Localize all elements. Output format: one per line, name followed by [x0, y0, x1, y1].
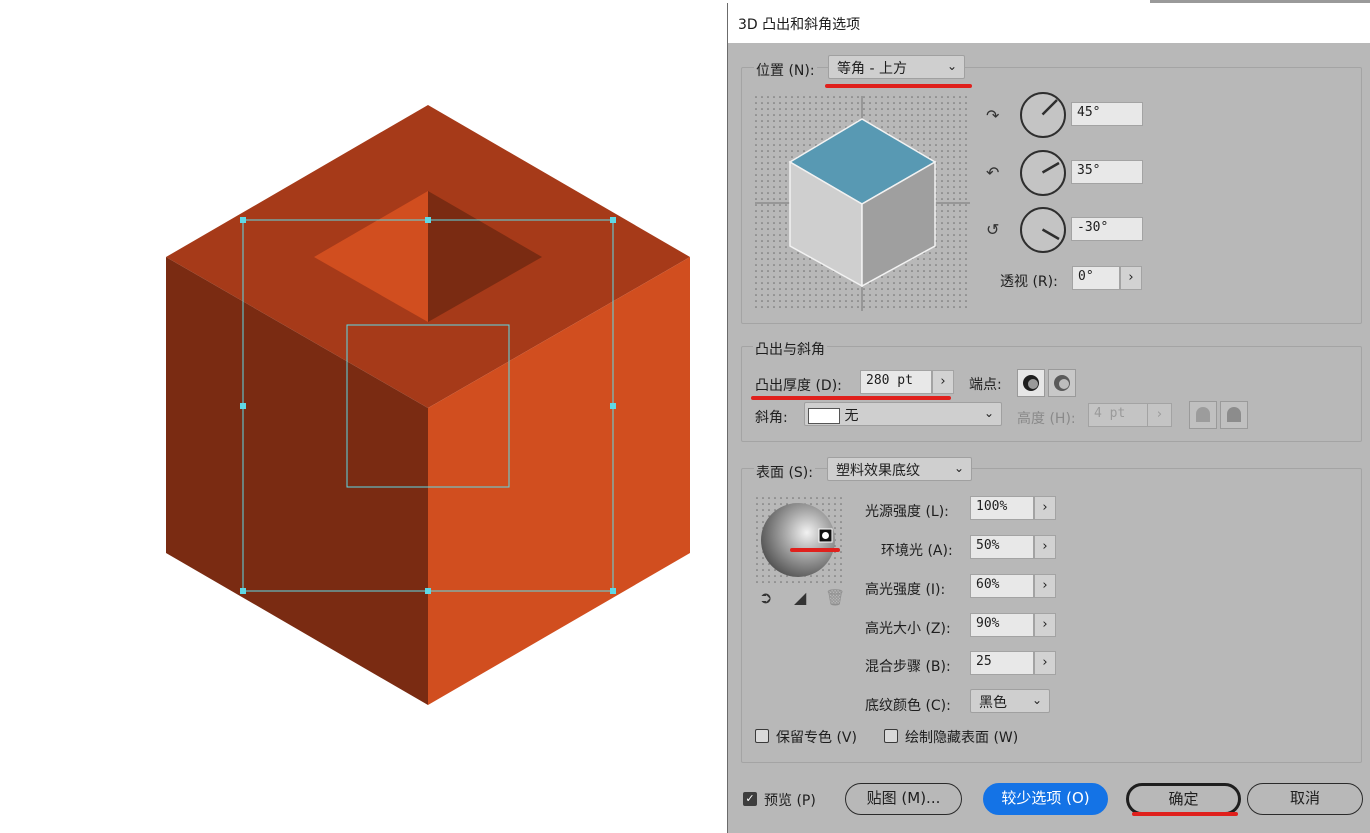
- shade-color-value: 黑色: [979, 695, 1007, 711]
- bevel-swatch: [808, 408, 840, 424]
- surface-dropdown[interactable]: 塑料效果底纹 ⌄: [827, 457, 972, 481]
- bevel-in-button[interactable]: [1220, 401, 1248, 429]
- blend-steps-stepper[interactable]: ›: [1034, 651, 1056, 675]
- surface-label: 表面 (S):: [754, 462, 815, 482]
- cap-label: 端点:: [969, 377, 1002, 393]
- rotate-x-icon: ↷: [986, 106, 1000, 125]
- annotation-underline-depth: [751, 396, 951, 400]
- perspective-label: 透视 (R):: [1000, 274, 1058, 290]
- position-dropdown[interactable]: 等角 - 上方 ⌄: [828, 55, 965, 79]
- preview-checkbox[interactable]: ✓: [743, 792, 757, 806]
- highlight-size-label: 高光大小 (Z):: [865, 621, 951, 637]
- rotate-z-input[interactable]: -30°: [1071, 217, 1143, 241]
- rotate-x-input[interactable]: 45°: [1071, 102, 1143, 126]
- extrude-depth-label: 凸出厚度 (D):: [755, 378, 842, 394]
- highlight-intensity-stepper[interactable]: ›: [1034, 574, 1056, 598]
- dialog-titlebar[interactable]: 3D 凸出和斜角选项: [728, 3, 1370, 43]
- draw-hidden-checkbox[interactable]: [884, 729, 898, 743]
- chevron-down-icon: ⌄: [953, 461, 964, 475]
- shade-color-dropdown[interactable]: 黑色 ⌄: [970, 689, 1050, 713]
- rotate-z-icon: ↺: [986, 220, 1000, 239]
- chevron-down-icon: ⌄: [946, 59, 957, 73]
- cap-off-button[interactable]: [1048, 369, 1076, 397]
- ambient-stepper[interactable]: ›: [1034, 535, 1056, 559]
- perspective-stepper[interactable]: ›: [1120, 266, 1142, 290]
- fewer-options-button[interactable]: 较少选项 (O): [983, 783, 1108, 815]
- artboard-canvas[interactable]: [0, 0, 727, 833]
- annotation-underline-sphere: [790, 548, 840, 552]
- light-intensity-input[interactable]: 100%: [970, 496, 1034, 520]
- map-art-button[interactable]: 贴图 (M)...: [845, 783, 962, 815]
- annotation-underline-position: [825, 84, 972, 88]
- new-light-icon[interactable]: ◢: [794, 588, 806, 607]
- cancel-button[interactable]: 取消: [1247, 783, 1363, 815]
- rotate-y-dial[interactable]: [1020, 150, 1066, 196]
- preserve-spot-label: 保留专色 (V): [776, 730, 857, 746]
- annotation-underline-ok: [1132, 812, 1238, 816]
- ambient-label: 环境光 (A):: [881, 543, 953, 559]
- lighting-sphere[interactable]: [756, 497, 842, 583]
- highlight-intensity-label: 高光强度 (I):: [865, 582, 946, 598]
- position-label: 位置 (N):: [754, 60, 817, 80]
- ok-button[interactable]: 确定: [1126, 783, 1241, 815]
- highlight-intensity-input[interactable]: 60%: [970, 574, 1034, 598]
- surface-dropdown-value: 塑料效果底纹: [836, 463, 920, 479]
- light-intensity-stepper[interactable]: ›: [1034, 496, 1056, 520]
- bevel-dropdown-value: 无: [844, 408, 859, 424]
- highlight-size-input[interactable]: 90%: [970, 613, 1034, 637]
- light-intensity-label: 光源强度 (L):: [865, 504, 949, 520]
- delete-light-icon[interactable]: 🗑: [825, 588, 845, 607]
- position-dropdown-value: 等角 - 上方: [837, 61, 907, 77]
- preview-label: 预览 (P): [764, 793, 816, 809]
- rotate-y-icon: ↶: [986, 163, 1000, 182]
- extrude-depth-stepper[interactable]: ›: [932, 370, 954, 394]
- ambient-input[interactable]: 50%: [970, 535, 1034, 559]
- perspective-input[interactable]: 0°: [1072, 266, 1120, 290]
- bevel-label: 斜角:: [755, 410, 788, 426]
- cube-orientation-preview[interactable]: [755, 96, 970, 311]
- cap-on-button[interactable]: [1017, 369, 1045, 397]
- blend-steps-input[interactable]: 25: [970, 651, 1034, 675]
- chevron-down-icon: ⌄: [983, 406, 994, 420]
- bevel-out-button[interactable]: [1189, 401, 1217, 429]
- bevel-height-stepper[interactable]: ›: [1148, 403, 1172, 427]
- bevel-dropdown[interactable]: 无 ⌄: [804, 402, 1002, 426]
- extruded-cube-artwork[interactable]: [0, 0, 727, 833]
- rotate-y-input[interactable]: 35°: [1071, 160, 1143, 184]
- highlight-size-stepper[interactable]: ›: [1034, 613, 1056, 637]
- move-light-back-icon[interactable]: ➲: [759, 588, 772, 607]
- shade-color-label: 底纹颜色 (C):: [865, 698, 951, 714]
- dialog-title: 3D 凸出和斜角选项: [738, 17, 861, 33]
- bevel-height-input[interactable]: 4 pt: [1088, 403, 1148, 427]
- chevron-down-icon: ⌄: [1031, 693, 1042, 707]
- extrude-section-title: 凸出与斜角: [753, 339, 827, 359]
- extrude-bevel-dialog: 3D 凸出和斜角选项 位置 (N): 等角 - 上方 ⌄ ↷ 45° ↶ 35°…: [727, 3, 1370, 833]
- bevel-height-label: 高度 (H):: [1017, 411, 1076, 427]
- rotate-x-dial[interactable]: [1020, 92, 1066, 138]
- blend-steps-label: 混合步骤 (B):: [865, 659, 951, 675]
- preserve-spot-checkbox[interactable]: [755, 729, 769, 743]
- draw-hidden-label: 绘制隐藏表面 (W): [905, 730, 1019, 746]
- extrude-depth-input[interactable]: 280 pt: [860, 370, 932, 394]
- rotate-z-dial[interactable]: [1020, 207, 1066, 253]
